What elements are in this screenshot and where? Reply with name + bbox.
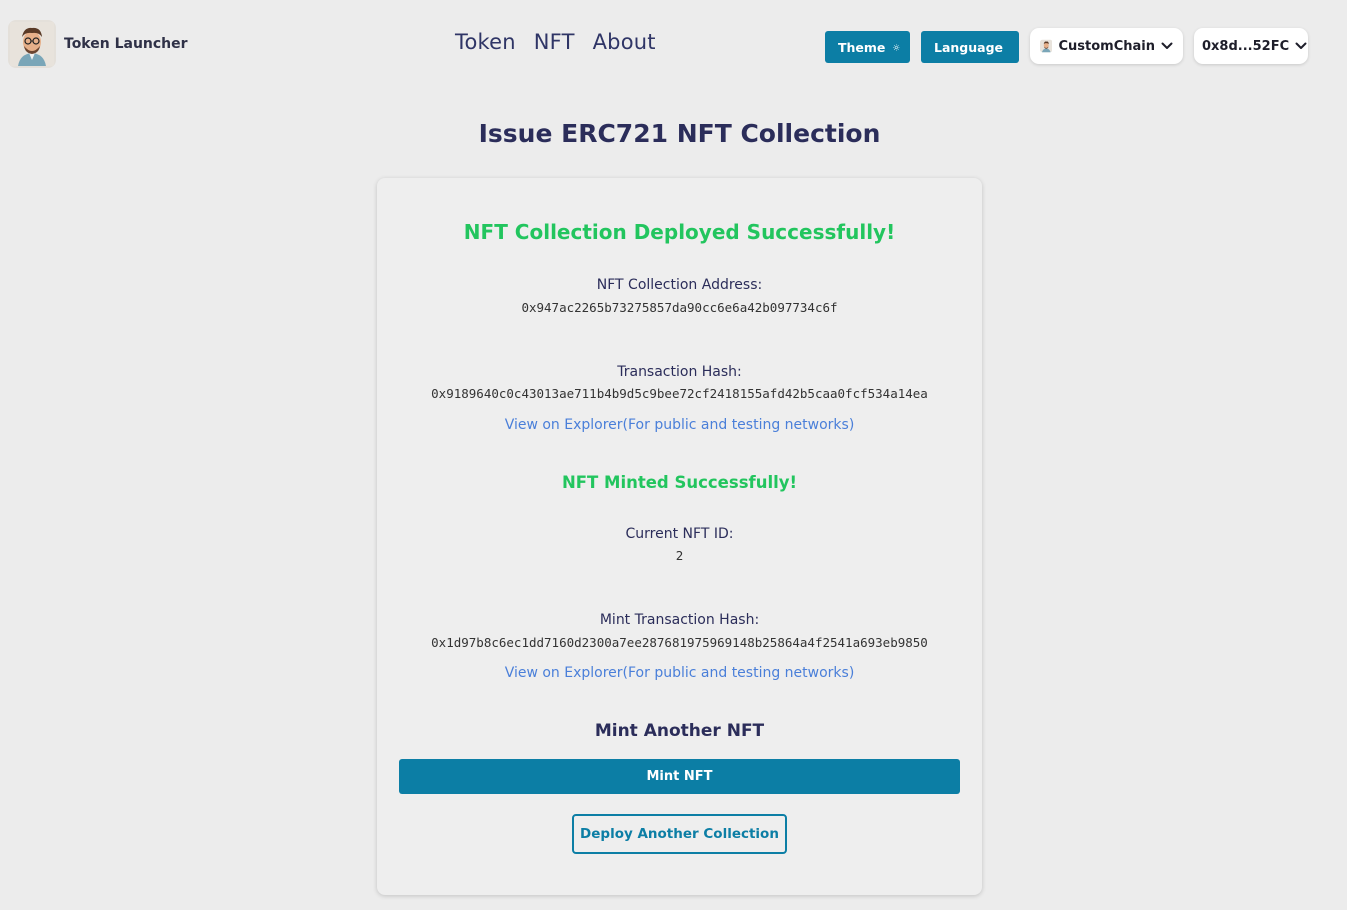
deploy-explorer-link[interactable]: View on Explorer(For public and testing … bbox=[505, 417, 855, 433]
app-name: Token Launcher bbox=[64, 36, 188, 52]
collection-address-value: 0x947ac2265b73275857da90cc6e6a42b097734c… bbox=[521, 300, 838, 315]
language-button-label: Language bbox=[934, 39, 1004, 55]
page-title: Issue ERC721 NFT Collection bbox=[478, 119, 881, 148]
language-button[interactable]: Language bbox=[921, 31, 1019, 63]
deploy-explorer-row: View on Explorer(For public and testing … bbox=[377, 414, 982, 433]
result-card: NFT Collection Deployed Successfully! NF… bbox=[377, 178, 982, 895]
nav-nft[interactable]: NFT bbox=[534, 30, 575, 54]
deploy-another-collection-button[interactable]: Deploy Another Collection bbox=[572, 814, 787, 854]
chain-selector[interactable]: CustomChain bbox=[1030, 28, 1183, 64]
chain-name: CustomChain bbox=[1058, 38, 1155, 54]
nav-token[interactable]: Token bbox=[455, 30, 516, 54]
sun-icon bbox=[893, 43, 900, 51]
chevron-down-icon bbox=[1295, 42, 1307, 50]
mint-tx-label: Mint Transaction Hash: bbox=[599, 612, 760, 628]
nft-id-label: Current NFT ID: bbox=[625, 526, 734, 542]
nft-id-value: 2 bbox=[675, 548, 684, 563]
mint-tx-value: 0x1d97b8c6ec1dd7160d2300a7ee287681975969… bbox=[431, 635, 928, 650]
wallet-account-button[interactable]: 0x8d...52FC bbox=[1194, 28, 1308, 64]
deploy-tx-label: Transaction Hash: bbox=[617, 364, 742, 380]
nav-about[interactable]: About bbox=[593, 30, 656, 54]
wallet-address: 0x8d...52FC bbox=[1202, 38, 1290, 54]
mint-explorer-row: View on Explorer(For public and testing … bbox=[377, 662, 982, 681]
header: Token Launcher Token NFT About Theme Lan… bbox=[0, 0, 1347, 90]
mint-success-message: NFT Minted Successfully! bbox=[561, 473, 798, 492]
chain-avatar-icon bbox=[1040, 39, 1053, 53]
deploy-success-message: NFT Collection Deployed Successfully! bbox=[463, 220, 896, 244]
chevron-down-icon bbox=[1161, 42, 1173, 50]
brand[interactable]: Token Launcher bbox=[8, 20, 188, 68]
deploy-tx-value: 0x9189640c0c43013ae711b4b9d5c9bee72cf241… bbox=[431, 386, 928, 401]
theme-button[interactable]: Theme bbox=[825, 31, 910, 63]
mint-nft-button[interactable]: Mint NFT bbox=[399, 759, 960, 794]
mint-another-heading: Mint Another NFT bbox=[594, 721, 765, 741]
theme-button-label: Theme bbox=[838, 39, 886, 55]
header-controls: Theme Language CustomChain 0x8d...52FC bbox=[825, 28, 1308, 64]
collection-address-label: NFT Collection Address: bbox=[596, 277, 763, 293]
app-logo bbox=[8, 20, 56, 68]
mint-explorer-link[interactable]: View on Explorer(For public and testing … bbox=[505, 665, 855, 681]
main-nav: Token NFT About bbox=[455, 30, 656, 54]
